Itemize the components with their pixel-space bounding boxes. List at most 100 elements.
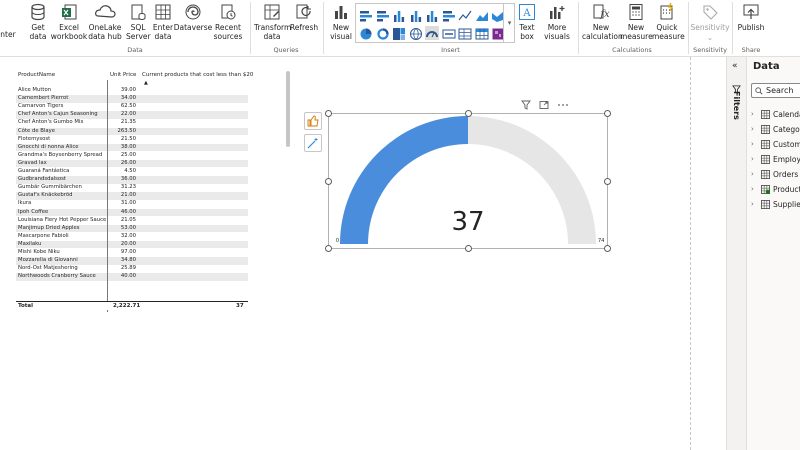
- table-row[interactable]: Flotemysost 21.50: [16, 136, 248, 144]
- focus-mode-icon[interactable]: [539, 100, 549, 110]
- pie-chart-icon[interactable]: [359, 26, 373, 40]
- report-canvas[interactable]: ProductName Unit Price Current products …: [0, 57, 690, 450]
- table-row[interactable]: Gumbär Gummibärchen 31.23: [16, 184, 248, 192]
- enter-data-button[interactable]: Enter data: [151, 0, 175, 46]
- chevron-right-icon[interactable]: ›: [751, 185, 758, 193]
- sql-server-button[interactable]: SQL Server: [126, 0, 151, 46]
- table-row[interactable]: Alice Mutton 39.00: [16, 87, 248, 95]
- table-row[interactable]: Ikura 31.00: [16, 200, 248, 208]
- publish-button[interactable]: Publish: [736, 0, 766, 46]
- table-row[interactable]: Gnocchi di nonna Alice 38.00: [16, 143, 248, 152]
- collapse-pane-icon[interactable]: «: [732, 61, 738, 71]
- table-row[interactable]: Nord-Ost Matjeshering 25.89: [16, 265, 248, 273]
- text-box-button[interactable]: A Text box: [516, 0, 538, 46]
- clustered-bar-icon[interactable]: [376, 8, 390, 22]
- column-header-unit-price[interactable]: Unit Price: [110, 72, 136, 78]
- data-table-item[interactable]: › Calendar: [751, 107, 800, 121]
- table-row[interactable]: Maxilaku 20.00: [16, 240, 248, 249]
- chevron-right-icon[interactable]: ›: [751, 170, 758, 178]
- recent-sources-button[interactable]: Recent sources: [211, 0, 245, 46]
- table-icon[interactable]: [458, 26, 472, 40]
- table-row[interactable]: Chef Anton's Cajun Seasoning 22.00: [16, 111, 248, 119]
- new-calculation-button[interactable]: fx New calculation: [582, 0, 623, 46]
- refresh-button[interactable]: Refresh: [290, 0, 318, 46]
- data-table-item[interactable]: › Categories: [751, 122, 800, 136]
- 100-bar-icon[interactable]: [442, 8, 456, 22]
- unit-price-cell: 36.00: [120, 176, 136, 183]
- filters-pane[interactable]: « Filters: [726, 57, 746, 450]
- 100-column-icon[interactable]: [425, 8, 439, 22]
- table-row[interactable]: Mozzarella di Giovanni 34.80: [16, 257, 248, 265]
- gauge-visual[interactable]: 37 0 74: [325, 100, 611, 252]
- table-row[interactable]: Carnarvon Tigers 62.50: [16, 103, 248, 111]
- chevron-right-icon[interactable]: ›: [751, 125, 758, 133]
- new-measure-button[interactable]: New measure: [620, 0, 653, 46]
- gallery-expand-button[interactable]: ▾: [503, 3, 515, 43]
- table-row[interactable]: Mascarpone Fabioli 32.00: [16, 233, 248, 241]
- resize-handle[interactable]: [604, 110, 611, 117]
- table-row[interactable]: Gustaf's Knäckebröd 21.00: [16, 192, 248, 200]
- excel-workbook-button[interactable]: Excel workbook: [51, 0, 87, 46]
- format-visual-button[interactable]: [304, 112, 322, 130]
- table-visual[interactable]: ProductName Unit Price Current products …: [14, 70, 253, 315]
- column-header-less-than-20[interactable]: Current products that cost less than $20: [142, 72, 253, 78]
- table-row[interactable]: Camembert Pierrot 34.00: [16, 95, 248, 103]
- more-options-icon[interactable]: [557, 100, 569, 110]
- table-row[interactable]: Grandma's Boysenberry Spread 25.00: [16, 152, 248, 160]
- resize-handle[interactable]: [325, 110, 332, 117]
- more-visuals-button[interactable]: More visuals: [540, 0, 574, 46]
- resize-handle[interactable]: [465, 245, 472, 252]
- data-table-item[interactable]: › Suppliers: [751, 197, 800, 211]
- table-row[interactable]: Gravad lax 26.00: [16, 159, 248, 168]
- data-group-label: Data: [127, 46, 143, 54]
- transform-data-button[interactable]: Transform data: [254, 0, 291, 46]
- data-search-box[interactable]: Search: [751, 83, 800, 98]
- chevron-right-icon[interactable]: ›: [751, 200, 758, 208]
- matrix-icon[interactable]: [475, 26, 489, 40]
- quick-measure-button[interactable]: Quick measure: [652, 0, 685, 46]
- table-row[interactable]: Gudbrandsdalsost 36.00: [16, 176, 248, 184]
- table-row[interactable]: Guaraná Fantástica 4.50: [16, 168, 248, 176]
- filter-icon[interactable]: [521, 100, 531, 110]
- new-visual-button[interactable]: New visual: [327, 0, 355, 46]
- resize-handle[interactable]: [465, 110, 472, 117]
- resize-handle[interactable]: [604, 178, 611, 185]
- table-row[interactable]: Manjimup Dried Apples 53.00: [16, 224, 248, 233]
- unit-price-cell: 25.89: [120, 265, 136, 272]
- data-table-item[interactable]: › Customers: [751, 137, 800, 151]
- chevron-right-icon[interactable]: ›: [751, 155, 758, 163]
- resize-handle[interactable]: [325, 245, 332, 252]
- data-table-item[interactable]: › Products: [751, 182, 800, 196]
- resize-handle[interactable]: [325, 178, 332, 185]
- card-icon[interactable]: [442, 26, 456, 40]
- table-row[interactable]: Côte de Blaye 263.50: [16, 127, 248, 136]
- analytics-button[interactable]: [304, 134, 322, 152]
- sensitivity-button[interactable]: Sensitivity ⌄: [690, 0, 730, 46]
- table-scrollbar[interactable]: [286, 71, 290, 147]
- onelake-data-hub-button[interactable]: OneLake data hub: [87, 0, 123, 46]
- table-row[interactable]: Ipoh Coffee 46.00: [16, 208, 248, 217]
- treemap-icon[interactable]: [392, 26, 406, 40]
- chevron-right-icon[interactable]: ›: [751, 140, 758, 148]
- ribbon-cut-off-button[interactable]: nter: [0, 0, 16, 46]
- line-chart-icon[interactable]: [458, 8, 472, 22]
- chevron-right-icon[interactable]: ›: [751, 110, 758, 118]
- get-data-button[interactable]: Get data: [24, 0, 52, 46]
- table-row[interactable]: Louisiana Fiery Hot Pepper Sauce 21.05: [16, 217, 248, 225]
- dataverse-button[interactable]: Dataverse: [174, 0, 212, 46]
- gauge-icon[interactable]: [425, 26, 439, 40]
- donut-chart-icon[interactable]: [376, 26, 390, 40]
- stacked-column-icon[interactable]: [392, 8, 406, 22]
- clustered-column-icon[interactable]: [409, 8, 423, 22]
- table-row[interactable]: Chef Anton's Gumbo Mix 21.35: [16, 119, 248, 127]
- data-table-item[interactable]: › Orders: [751, 167, 798, 181]
- table-row[interactable]: Mishi Kobe Niku 97.00: [16, 249, 248, 257]
- resize-handle[interactable]: [604, 245, 611, 252]
- column-header-product-name[interactable]: ProductName: [18, 72, 55, 78]
- stacked-bar-icon[interactable]: [359, 8, 373, 22]
- map-icon[interactable]: [409, 26, 423, 40]
- table-row[interactable]: Northwoods Cranberry Sauce 40.00: [16, 273, 248, 281]
- data-table-item[interactable]: › Employees: [751, 152, 800, 166]
- unit-price-cell: 21.35: [120, 119, 136, 126]
- area-chart-icon[interactable]: [475, 8, 489, 22]
